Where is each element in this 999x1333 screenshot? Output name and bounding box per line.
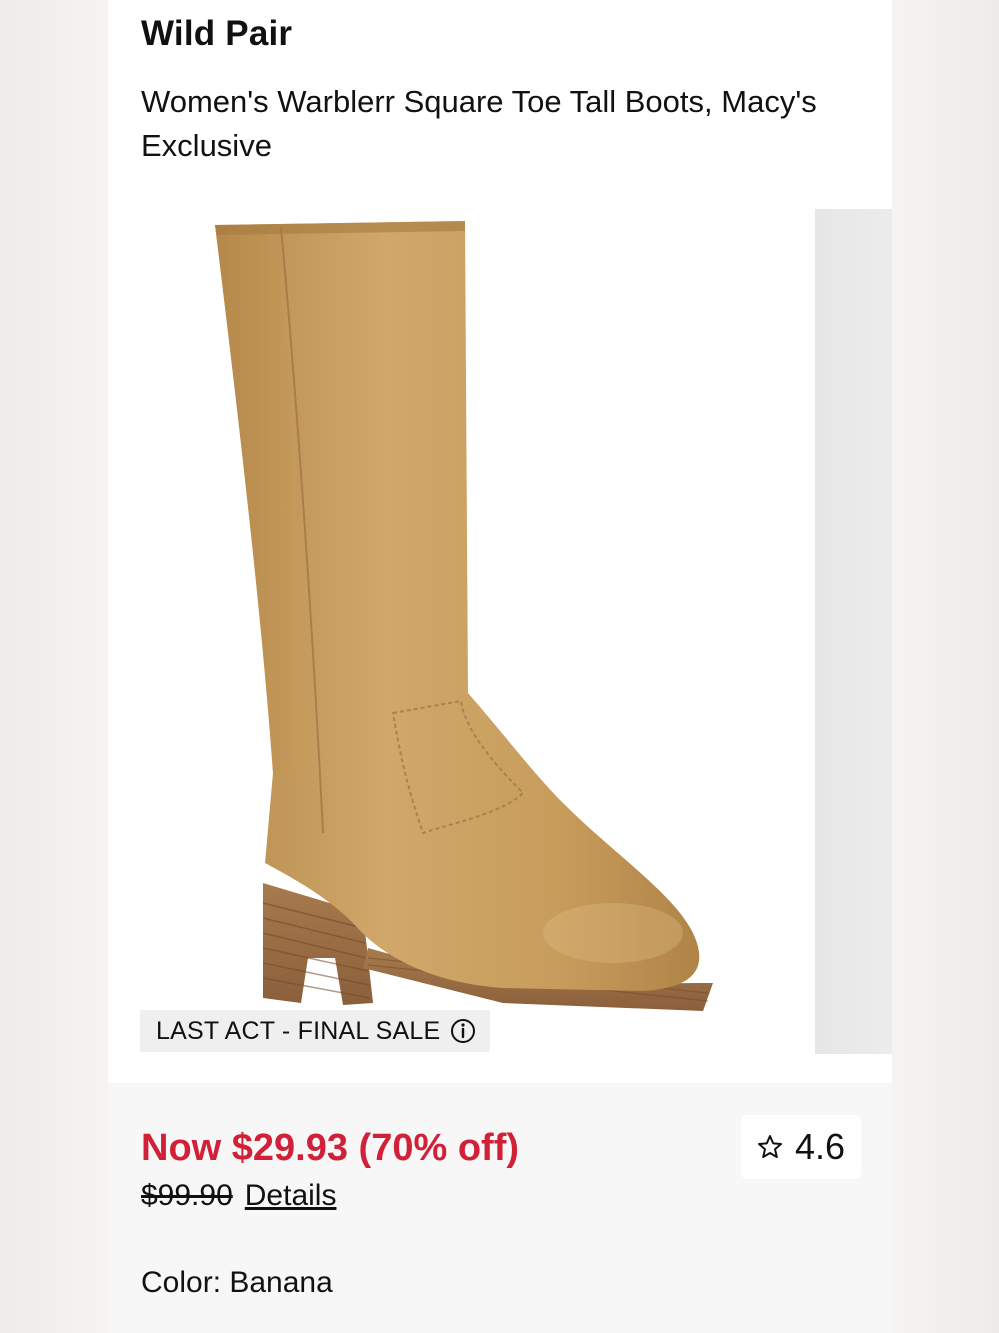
selected-color-label: Color: Banana xyxy=(141,1266,333,1299)
product-title[interactable]: Women's Warblerr Square Toe Tall Boots, … xyxy=(141,80,861,168)
rating-badge[interactable]: 4.6 xyxy=(741,1115,861,1179)
price-details-link[interactable]: Details xyxy=(245,1179,337,1213)
backdrop-right xyxy=(892,0,999,1333)
next-image-peek[interactable] xyxy=(815,209,892,1054)
info-icon[interactable] xyxy=(450,1018,476,1044)
brand-name[interactable]: Wild Pair xyxy=(141,14,292,54)
original-price: $99.90 xyxy=(141,1179,233,1212)
star-outline-icon xyxy=(757,1134,783,1160)
final-sale-label: LAST ACT - FINAL SALE xyxy=(156,1016,441,1045)
backdrop-left xyxy=(0,0,108,1333)
original-price-row: $99.90 Details xyxy=(141,1179,336,1213)
tall-boot-image[interactable] xyxy=(203,213,723,1053)
final-sale-badge[interactable]: LAST ACT - FINAL SALE xyxy=(140,1010,491,1052)
sale-price: Now $29.93 (70% off) xyxy=(141,1127,519,1169)
product-image-carousel[interactable]: LAST ACT - FINAL SALE xyxy=(108,205,892,1055)
rating-value: 4.6 xyxy=(794,1126,846,1167)
product-card[interactable]: Wild Pair Women's Warblerr Square Toe Ta… xyxy=(108,0,892,1333)
price-section: Now $29.93 (70% off) $99.90 Details 4.6 … xyxy=(108,1083,892,1333)
